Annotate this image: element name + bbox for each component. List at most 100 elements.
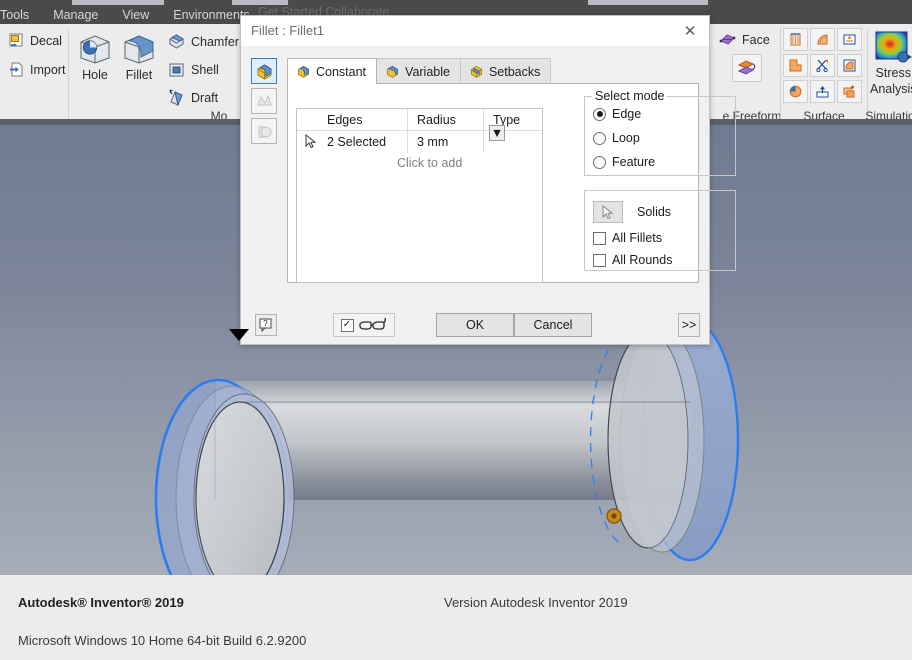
tab-setbacks[interactable]: Setbacks	[459, 58, 552, 84]
constant-tab-panel: Edges Radius Type 2 Selected 3 mm ▼ Clic…	[287, 83, 736, 283]
help-button[interactable]: ?	[255, 314, 277, 336]
fillet-dialog[interactable]: Fillet : Fillet1 ✕ Constant Variable Set…	[240, 15, 736, 345]
radio-loop[interactable]: Loop	[593, 131, 640, 145]
checkbox-all-fillets-box	[593, 231, 606, 245]
surface-button-patch[interactable]	[810, 28, 835, 51]
surface-button-stitch[interactable]	[837, 54, 862, 77]
extrude-up-icon	[816, 86, 829, 98]
surface-button-thicken[interactable]	[837, 28, 862, 51]
cancel-button[interactable]: Cancel	[514, 313, 592, 337]
ribbon-button-decal-label: Decal	[30, 33, 62, 48]
ribbon-button-fillet-label: Fillet	[125, 68, 153, 82]
tab-constant-label: Constant	[316, 64, 367, 79]
ribbon-panel-insert: Decal Import	[0, 24, 68, 125]
stitch-surface-icon	[843, 59, 856, 72]
ribbon-button-decal[interactable]: Decal	[8, 32, 62, 49]
menu-item-manage[interactable]: Manage	[53, 8, 98, 22]
chevron-down-icon[interactable]: ▼	[489, 125, 505, 141]
column-header-edges: Edges	[327, 113, 363, 127]
preview-toggle[interactable]: ✓	[333, 313, 395, 337]
edges-selected-value[interactable]: 2 Selected	[327, 135, 386, 149]
tab-variable[interactable]: Variable	[376, 58, 461, 84]
face-fillet-mode-button[interactable]	[251, 88, 277, 114]
radio-edge[interactable]: Edge	[593, 107, 641, 121]
menu-item-environments[interactable]: Environments	[173, 8, 249, 22]
edge-fillet-icon	[257, 63, 271, 80]
decal-icon	[8, 32, 25, 49]
surface-button-sculpt[interactable]	[810, 54, 835, 77]
checkbox-all-rounds-box	[593, 253, 606, 267]
radio-feature[interactable]: Feature	[593, 155, 655, 169]
tab-setbacks-label: Setbacks	[488, 64, 541, 79]
ribbon-button-hole-label: Hole	[82, 68, 108, 82]
stress-analysis-icon	[873, 30, 912, 64]
solids-label: Solids	[637, 205, 672, 219]
solids-select-button[interactable]	[593, 201, 623, 223]
svg-text:?: ?	[263, 319, 268, 328]
menu-item-view[interactable]: View	[122, 8, 149, 22]
edge-fillet-mode-button[interactable]	[251, 58, 277, 84]
shell-icon	[167, 60, 186, 79]
ribbon-button-fillet[interactable]: Fillet	[121, 32, 157, 82]
footer-os-info: Microsoft Windows 10 Home 64-bit Build 6…	[18, 633, 307, 648]
radio-edge-label: Edge	[612, 107, 642, 121]
ribbon-panel-simulation: Stress Analysis Simulatio	[865, 24, 912, 125]
full-round-fillet-mode-button[interactable]	[251, 118, 277, 144]
tab-variable-label: Variable	[405, 64, 450, 79]
ribbon-button-shell[interactable]: Shell	[167, 60, 219, 79]
radius-value[interactable]: 3 mm	[417, 135, 448, 149]
preview-checkbox[interactable]: ✓	[340, 318, 354, 332]
ribbon-button-face[interactable]: Face	[718, 30, 770, 49]
ribbon-button-import-label: Import	[30, 62, 66, 77]
edges-table[interactable]: Edges Radius Type 2 Selected 3 mm ▼ Clic…	[296, 108, 543, 283]
variable-tab-icon	[385, 64, 400, 79]
solids-group: Solids All Fillets All Rounds	[584, 190, 736, 271]
freeform-face-icon	[718, 30, 737, 49]
ribbon-button-draft-label: Draft	[191, 90, 219, 105]
ribbon-button-freeform-edit[interactable]	[732, 54, 762, 82]
freeform-edit-icon	[737, 59, 757, 77]
fillet-icon	[121, 32, 157, 66]
click-to-add-hint[interactable]: Click to add	[397, 156, 462, 170]
ribbon-panel-surface: Surface	[781, 24, 867, 125]
tab-constant[interactable]: Constant	[287, 58, 378, 84]
ribbon-button-draft[interactable]: Draft	[167, 88, 218, 107]
radio-feature-indicator	[593, 155, 606, 169]
ok-button[interactable]: OK	[436, 313, 514, 337]
surface-button-copy[interactable]	[837, 80, 862, 103]
ribbon-button-stress-analysis[interactable]: Stress Analysis	[870, 30, 912, 96]
ribbon-button-chamfer[interactable]: Chamfer	[167, 32, 239, 51]
tab-nub-right[interactable]	[588, 0, 708, 5]
radio-feature-label: Feature	[612, 155, 656, 169]
ribbon-button-import[interactable]: Import	[8, 61, 65, 78]
scissors-icon	[816, 59, 828, 73]
ruled-surface-icon	[790, 33, 801, 46]
surface-button-extrude[interactable]	[810, 80, 835, 103]
expand-button[interactable]: >>	[678, 313, 700, 337]
inventor-window: Tools Manage View Environments Get Start…	[0, 0, 912, 660]
checkbox-all-fillets[interactable]: All Fillets	[593, 231, 662, 245]
radio-loop-indicator	[593, 131, 606, 145]
help-icon: ?	[259, 318, 272, 332]
surface-button-ruled[interactable]	[783, 28, 808, 51]
checkbox-all-rounds[interactable]: All Rounds	[593, 253, 672, 267]
dialog-title: Fillet : Fillet1	[251, 23, 324, 38]
surface-button-trim[interactable]	[783, 54, 808, 77]
menu-item-tools[interactable]: Tools	[0, 8, 29, 22]
ribbon-panel-modify: Hole Fillet Chamfer Shell Draft Mo	[69, 24, 244, 125]
table-row[interactable]: 2 Selected 3 mm ▼	[297, 125, 542, 153]
solids-row: Solids	[593, 201, 671, 223]
ribbon-button-hole[interactable]: Hole	[77, 32, 113, 82]
surface-button-sweep[interactable]	[783, 80, 808, 103]
about-footer: Autodesk® Inventor® 2019 Version Autodes…	[0, 575, 912, 660]
footer-product-name: Autodesk® Inventor® 2019	[18, 595, 184, 610]
cursor-arrow-icon	[305, 134, 318, 149]
draft-icon	[167, 88, 186, 107]
close-icon[interactable]: ✕	[677, 20, 703, 42]
setbacks-tab-icon	[469, 64, 484, 79]
dialog-resize-pointer[interactable]	[229, 329, 249, 341]
cursor-arrow-icon	[602, 204, 613, 219]
trim-surface-icon	[789, 59, 802, 72]
fillet-mode-buttons	[251, 58, 277, 148]
checkbox-all-rounds-label: All Rounds	[612, 253, 673, 267]
